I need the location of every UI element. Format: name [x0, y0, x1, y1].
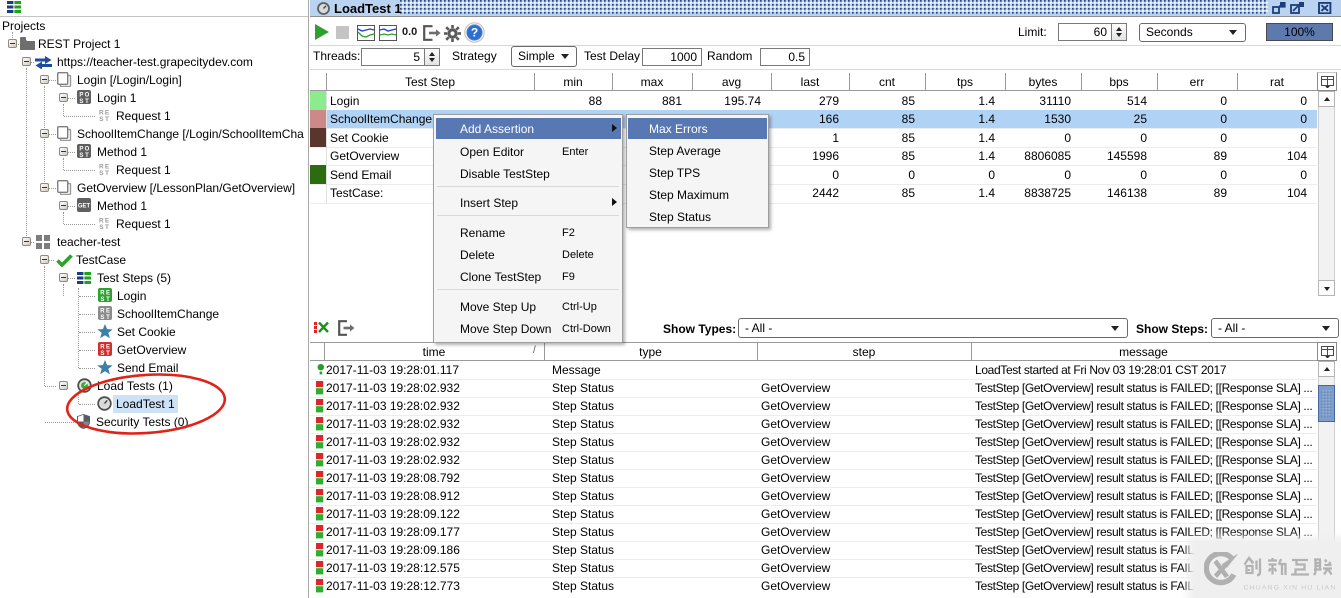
svg-text:P: P — [79, 93, 83, 99]
svg-text:T: T — [105, 170, 109, 176]
svg-text:O: O — [85, 93, 90, 99]
svg-text:CHUANG XIN HU LIAN: CHUANG XIN HU LIAN — [1244, 585, 1337, 592]
svg-text:S: S — [100, 315, 104, 320]
svg-text:E: E — [106, 309, 110, 315]
svg-text:T: T — [106, 351, 110, 356]
svg-text:R: R — [100, 345, 105, 351]
svg-text:S: S — [100, 351, 104, 356]
svg-text:E: E — [106, 291, 110, 297]
svg-text:S: S — [99, 116, 104, 122]
svg-text:S: S — [99, 170, 104, 176]
svg-text:T: T — [85, 153, 89, 158]
svg-text:GET: GET — [78, 204, 91, 210]
svg-text:?: ? — [471, 26, 478, 40]
svg-text:R: R — [100, 309, 105, 315]
svg-text:S: S — [79, 99, 83, 104]
svg-text:O: O — [85, 147, 90, 153]
svg-text:T: T — [105, 224, 109, 230]
svg-text:T: T — [105, 116, 109, 122]
svg-text:P: P — [79, 147, 83, 153]
svg-text:T: T — [85, 99, 89, 104]
svg-text:T: T — [106, 315, 110, 320]
svg-text:E: E — [106, 345, 110, 351]
svg-text:S: S — [79, 153, 83, 158]
svg-text:T: T — [106, 297, 110, 302]
svg-text:S: S — [99, 224, 104, 230]
svg-text:R: R — [100, 291, 105, 297]
svg-text:S: S — [100, 297, 104, 302]
